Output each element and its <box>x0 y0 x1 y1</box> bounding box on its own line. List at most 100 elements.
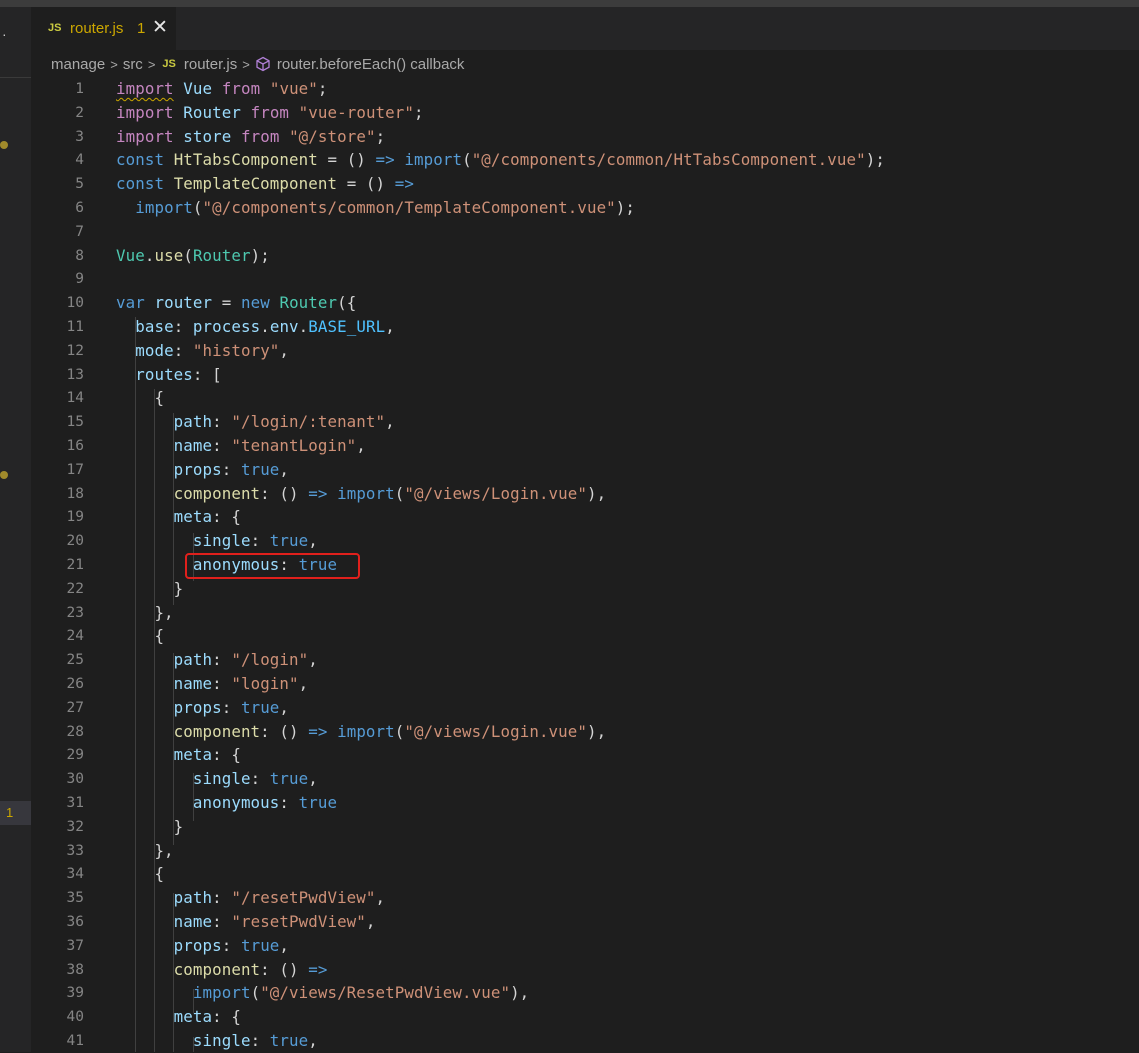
code-line[interactable]: 8 Vue.use(Router); <box>31 244 1139 268</box>
code-line[interactable]: 34 { <box>31 862 1139 886</box>
code-line[interactable]: 37 props: true, <box>31 934 1139 958</box>
chevron-right-icon: > <box>242 56 250 72</box>
code-token: . <box>298 317 309 336</box>
code-line[interactable]: 11 base: process.env.BASE_URL, <box>31 315 1139 339</box>
code-token: props <box>173 459 222 479</box>
code-line[interactable]: 41 single: true, <box>31 1029 1139 1053</box>
code-line[interactable]: 13 routes: [ <box>31 363 1139 387</box>
code-line[interactable]: 16 name: "tenantLogin", <box>31 434 1139 458</box>
code-token: : { <box>212 1007 241 1027</box>
code-text: path: "/login", <box>116 648 318 672</box>
problem-count: 1 <box>6 805 14 820</box>
code-line[interactable]: 39 import("@/views/ResetPwdView.vue"), <box>31 981 1139 1005</box>
code-token: = () <box>317 150 376 170</box>
code-line[interactable]: 19 meta: { <box>31 505 1139 529</box>
code-token: "tenantLogin" <box>231 436 357 455</box>
code-line[interactable]: 29 meta: { <box>31 743 1139 767</box>
code-line[interactable]: 22 } <box>31 577 1139 601</box>
code-line[interactable]: 24 { <box>31 624 1139 648</box>
code-token: : { <box>212 745 241 765</box>
code-line[interactable]: 38 component: () => <box>31 958 1139 982</box>
breadcrumb-item-manage[interactable]: manage <box>51 56 105 73</box>
breadcrumb-item-file[interactable]: router.js <box>184 56 237 73</box>
code-line[interactable]: 20 single: true, <box>31 529 1139 553</box>
code-line[interactable]: 12 mode: "history", <box>31 339 1139 363</box>
code-line[interactable]: 23 }, <box>31 601 1139 625</box>
code-line[interactable]: 3 import store from "@/store"; <box>31 125 1139 149</box>
code-token: : <box>212 412 232 432</box>
code-line[interactable]: 31 anonymous: true <box>31 791 1139 815</box>
code-text: import Router from "vue-router"; <box>116 101 424 125</box>
code-line[interactable]: 14 { <box>31 386 1139 410</box>
line-number: 31 <box>66 795 84 811</box>
code-line[interactable]: 5 const TemplateComponent = () => <box>31 172 1139 196</box>
code-text: const TemplateComponent = () => <box>116 172 414 196</box>
line-number: 29 <box>66 747 84 764</box>
code-token: ), <box>510 983 530 1003</box>
close-icon[interactable]: ✕ <box>152 16 168 39</box>
line-number: 39 <box>66 985 84 1002</box>
code-line[interactable]: 27 props: true, <box>31 696 1139 720</box>
breadcrumb-item-symbol[interactable]: router.beforeEach() callback <box>277 56 465 73</box>
code-line[interactable]: 32 } <box>31 815 1139 839</box>
code-token: => <box>308 483 328 503</box>
code-token: : <box>212 436 232 455</box>
code-line[interactable]: 15 path: "/login/:tenant", <box>31 410 1139 434</box>
code-text: import("@/views/ResetPwdView.vue"), <box>116 981 529 1005</box>
code-token: { <box>116 388 165 408</box>
more-dots-icon[interactable]: · <box>2 27 7 41</box>
code-token: const <box>116 174 165 194</box>
code-token: ( <box>394 483 405 503</box>
code-line[interactable]: 25 path: "/login", <box>31 648 1139 672</box>
code-line[interactable]: 4 const HtTabsComponent = () => import("@… <box>31 148 1139 172</box>
code-token: : <box>212 912 232 931</box>
code-line[interactable]: 33 }, <box>31 839 1139 863</box>
code-line[interactable]: 2 import Router from "vue-router"; <box>31 101 1139 125</box>
line-number: 40 <box>66 1009 84 1026</box>
code-line[interactable]: 26 name: "login", <box>31 672 1139 696</box>
code-token: process <box>192 317 261 336</box>
problem-count-row[interactable]: 1 <box>0 801 31 825</box>
code-line[interactable]: 1 import Vue from "vue"; <box>31 77 1139 101</box>
code-token: single <box>192 531 251 551</box>
line-number: 3 <box>75 128 84 145</box>
tab-router-js[interactable]: JS router.js 1 ✕ <box>31 7 176 51</box>
code-line[interactable]: 6 import("@/components/common/TemplateCo… <box>31 196 1139 220</box>
code-line[interactable]: 18 component: () => import("@/views/Logi… <box>31 482 1139 506</box>
code-line[interactable]: 28 component: () => import("@/views/Logi… <box>31 720 1139 744</box>
code-line[interactable]: 30 single: true, <box>31 767 1139 791</box>
breadcrumb-item-src[interactable]: src <box>123 56 143 73</box>
line-number: 16 <box>66 438 84 454</box>
code-line[interactable]: 35 path: "/resetPwdView", <box>31 886 1139 910</box>
code-token: component <box>173 483 261 503</box>
code-line[interactable]: 10 var router = new Router({ <box>31 291 1139 315</box>
code-token: , <box>279 697 290 717</box>
code-token: => <box>308 959 328 979</box>
code-line[interactable]: 36 name: "resetPwdView", <box>31 910 1139 934</box>
code-token: : <box>221 459 241 479</box>
code-line[interactable]: 40 meta: { <box>31 1005 1139 1029</box>
code-text: name: "resetPwdView", <box>116 910 376 934</box>
code-text: mode: "history", <box>116 339 289 363</box>
line-number: 28 <box>66 723 84 740</box>
js-file-icon: JS <box>48 22 62 34</box>
highlight-annotation <box>185 553 360 579</box>
line-number: 11 <box>66 319 84 335</box>
code-line[interactable]: 9 <box>31 267 1139 291</box>
code-text: routes: [ <box>116 363 222 387</box>
code-line[interactable]: 17 props: true, <box>31 458 1139 482</box>
code-line[interactable]: 7 <box>31 220 1139 244</box>
code-token: "@/views/ResetPwdView.vue" <box>260 983 511 1003</box>
tab-problem-count: 1 <box>137 20 146 37</box>
code-token: import <box>337 483 395 503</box>
code-text: var router = new Router({ <box>116 291 356 315</box>
